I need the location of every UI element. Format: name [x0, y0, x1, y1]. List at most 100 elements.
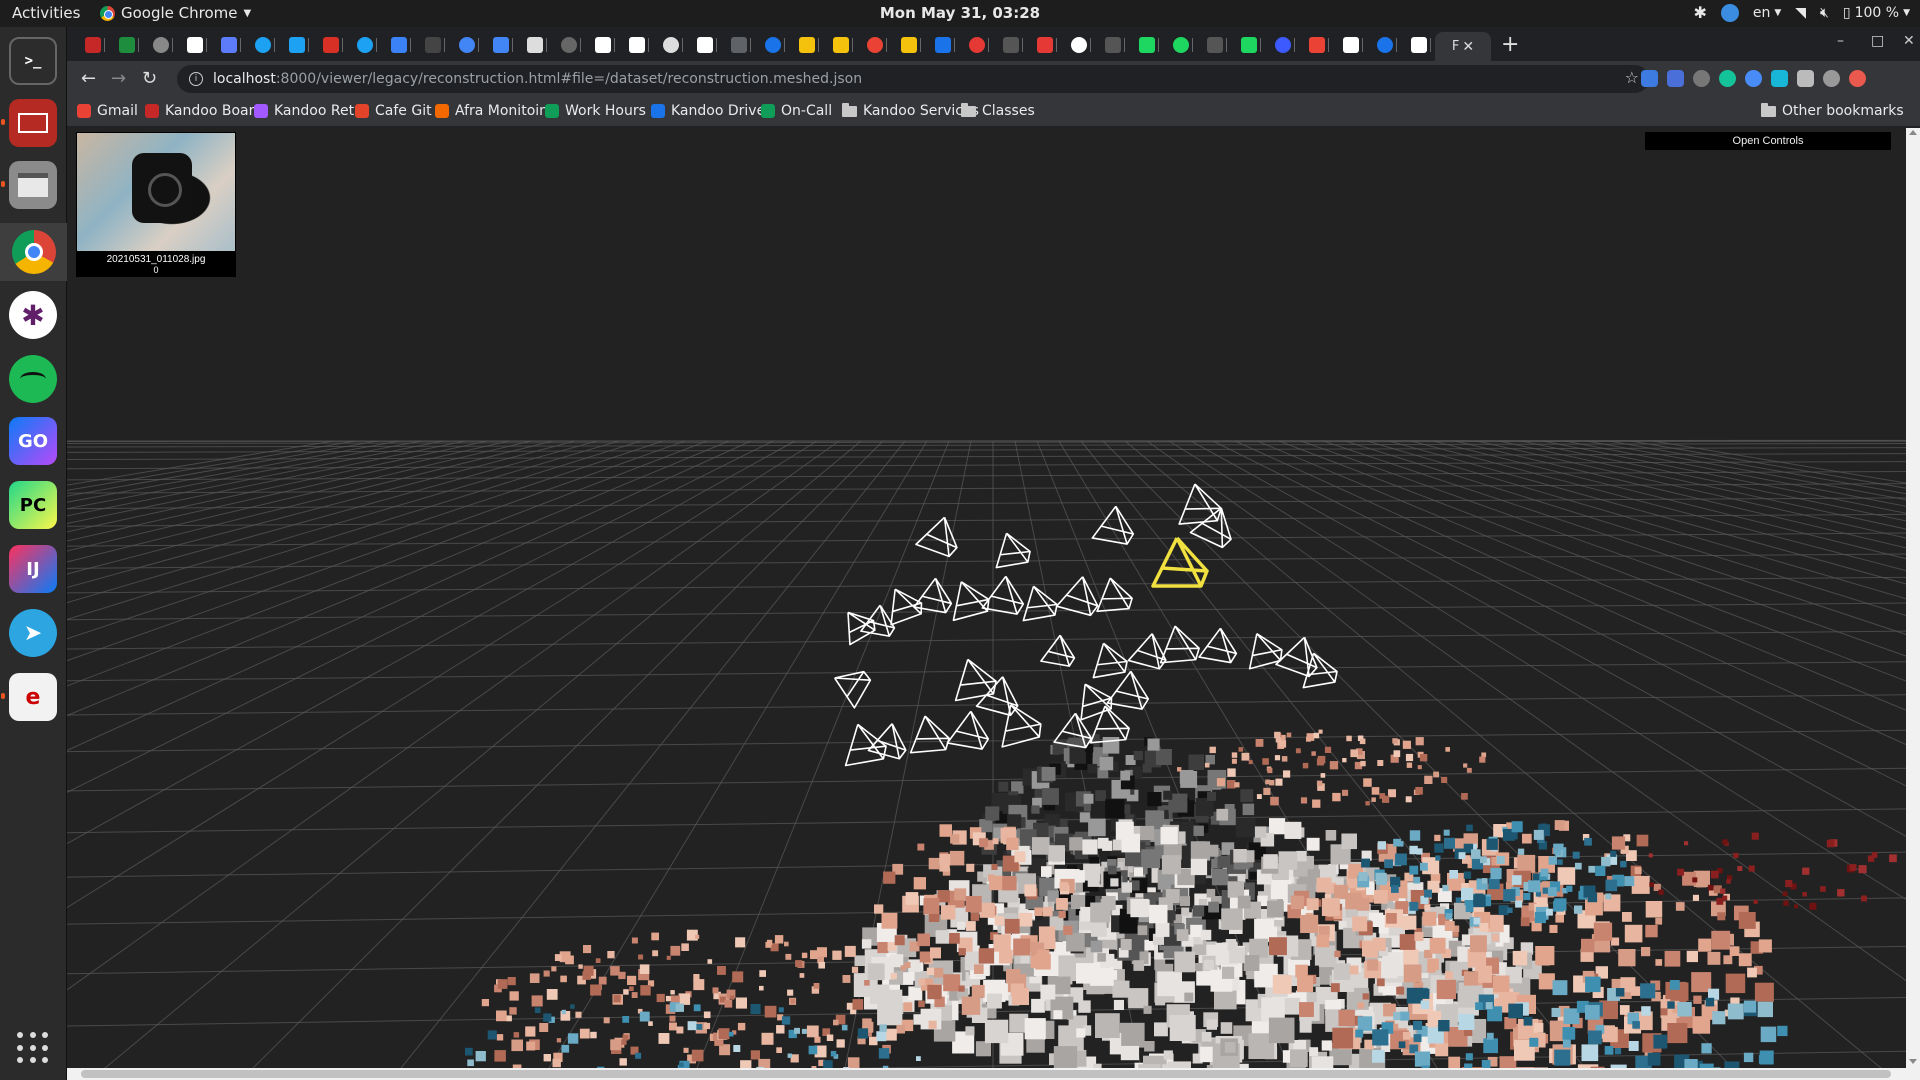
reload-icon[interactable]: ↻ — [142, 68, 157, 89]
point-marker — [801, 1028, 807, 1034]
bookmark-item[interactable]: Afra Monitoing — [435, 103, 557, 119]
camera-frustum[interactable] — [908, 714, 951, 754]
camera-frustum[interactable] — [1018, 583, 1059, 622]
point-marker — [1445, 747, 1450, 752]
camera-frustum[interactable] — [913, 576, 955, 614]
point-marker — [1144, 1041, 1155, 1052]
bookmark-star-icon[interactable]: ☆ — [1625, 68, 1639, 87]
scroll-down-icon[interactable] — [1909, 1059, 1917, 1064]
open-controls-button[interactable]: Open Controls — [1645, 132, 1891, 150]
extension-bulb-icon[interactable] — [1693, 70, 1710, 87]
point-marker — [1413, 1034, 1422, 1043]
active-tab-title: F — [1451, 39, 1460, 54]
reconstruction-viewer[interactable]: 20210531_011028.jpg 0 Open Controls — [67, 128, 1920, 1080]
grammarly-icon[interactable] — [1719, 70, 1736, 87]
address-bar[interactable]: i localhost:8000/viewer/legacy/reconstru… — [177, 65, 1649, 93]
close-tab-icon[interactable]: ✕ — [1462, 39, 1474, 55]
slack-icon[interactable]: ✱ — [9, 291, 57, 339]
camera-frustum[interactable] — [1055, 572, 1104, 617]
extensions-puzzle-icon[interactable] — [1797, 70, 1814, 87]
back-icon[interactable]: ← — [81, 68, 96, 89]
camera-frustum[interactable] — [836, 603, 878, 646]
tab-favicon-icon — [391, 37, 407, 53]
update-icon[interactable] — [1849, 70, 1866, 87]
point-marker — [1557, 867, 1576, 885]
bookmark-item[interactable]: Work Hours — [545, 103, 646, 119]
profile-avatar[interactable] — [1823, 70, 1840, 87]
camera-frustum[interactable] — [975, 672, 1024, 717]
horizontal-scrollbar[interactable] — [67, 1068, 1920, 1080]
point-marker — [950, 834, 960, 844]
site-info-icon[interactable]: i — [189, 72, 203, 86]
scroll-up-icon[interactable] — [1909, 130, 1917, 135]
extension-badge-icon[interactable] — [1745, 70, 1762, 87]
point-marker — [1311, 751, 1316, 756]
intellij-icon[interactable]: IJ — [9, 545, 57, 593]
show-applications-icon[interactable] — [17, 1032, 49, 1064]
status-area[interactable]: ✱ en ▼ ◥ 🔇︎ ▯ 100 % ▼ — [1693, 3, 1910, 22]
camera-frustum[interactable] — [946, 708, 992, 750]
forward-icon[interactable]: → — [111, 68, 126, 89]
bookmark-item[interactable]: Kandoo Board — [145, 103, 263, 119]
camera-frustum[interactable] — [880, 582, 925, 626]
language-indicator[interactable]: en — [1753, 5, 1771, 21]
selected-camera-frustum[interactable] — [1151, 536, 1209, 588]
camera-frustum[interactable] — [991, 530, 1032, 569]
bookmark-favicon-icon — [761, 104, 775, 118]
close-window-icon[interactable]: ✕ — [1903, 33, 1915, 49]
volume-mute-icon[interactable]: 🔇︎ — [1820, 5, 1829, 21]
other-bookmarks[interactable]: Other bookmarks — [1761, 102, 1904, 119]
terminal-icon[interactable]: >_ — [9, 37, 57, 85]
bookmark-item[interactable]: Kandoo Drive — [651, 103, 765, 119]
bookmark-item[interactable]: Kandoo Retro — [254, 103, 368, 119]
spotify-icon[interactable] — [9, 355, 57, 403]
extension-cyan-icon[interactable] — [1771, 70, 1788, 87]
camera-frustums[interactable] — [827, 482, 1339, 767]
goland-icon[interactable]: GO — [9, 417, 57, 465]
point-marker — [1413, 1020, 1423, 1030]
point-marker — [1140, 825, 1155, 840]
bookmark-item[interactable]: Kandoo Services — [842, 102, 979, 119]
battery-icon[interactable]: ▯ — [1843, 5, 1851, 21]
camera-frustum[interactable] — [1070, 677, 1115, 721]
camera-frustum[interactable] — [949, 655, 998, 702]
maximize-icon[interactable]: □ — [1871, 33, 1884, 49]
active-tab[interactable]: F ✕ — [1435, 32, 1491, 61]
bookmark-item[interactable]: Classes — [961, 102, 1035, 119]
bookmark-item[interactable]: Cafe Git — [355, 103, 432, 119]
camera-frustum[interactable] — [867, 720, 911, 760]
app-menu[interactable]: Google Chrome ▼ — [100, 4, 251, 22]
activities-button[interactable]: Activities — [12, 4, 80, 22]
telegram-icon[interactable]: ➤ — [9, 609, 57, 657]
bookmark-item[interactable]: On-Call — [761, 103, 832, 119]
scene-canvas[interactable] — [67, 128, 1920, 1068]
bookmark-item[interactable]: Gmail — [77, 103, 138, 119]
point-marker — [1278, 740, 1287, 748]
file-manager-icon[interactable] — [1, 161, 57, 209]
camera-frustum[interactable] — [981, 573, 1027, 615]
chrome-tray-icon[interactable] — [1720, 3, 1739, 22]
chrome-icon[interactable] — [0, 223, 67, 281]
document-viewer-icon[interactable]: e — [1, 673, 57, 721]
point-marker — [1167, 1061, 1191, 1068]
pycharm-icon[interactable]: PC — [9, 481, 57, 529]
image-thumbnail[interactable]: 20210531_011028.jpg 0 — [76, 132, 236, 277]
camera-frustum[interactable] — [1094, 576, 1133, 613]
camera-frustum[interactable] — [1088, 640, 1129, 679]
new-tab-icon[interactable]: + — [1501, 32, 1519, 57]
tab-separator — [988, 38, 989, 52]
camera-frustum[interactable] — [915, 511, 965, 558]
camera-frustum[interactable] — [827, 661, 873, 709]
vertical-scrollbar[interactable] — [1906, 128, 1920, 1080]
minimize-icon[interactable]: – — [1837, 33, 1844, 49]
point-marker — [1190, 924, 1203, 937]
camera-frustum[interactable] — [944, 576, 991, 622]
extension-pin-icon[interactable] — [1641, 70, 1658, 87]
wifi-icon[interactable]: ◥ — [1795, 5, 1806, 21]
frustum-outline — [915, 516, 958, 558]
clock[interactable]: Mon May 31, 03:28 — [880, 4, 1040, 22]
screenshot-tool-icon[interactable] — [1, 99, 57, 147]
slack-tray-icon[interactable]: ✱ — [1693, 3, 1706, 22]
scrollbar-thumb[interactable] — [81, 1070, 1891, 1078]
translate-extension-icon[interactable] — [1667, 70, 1684, 87]
